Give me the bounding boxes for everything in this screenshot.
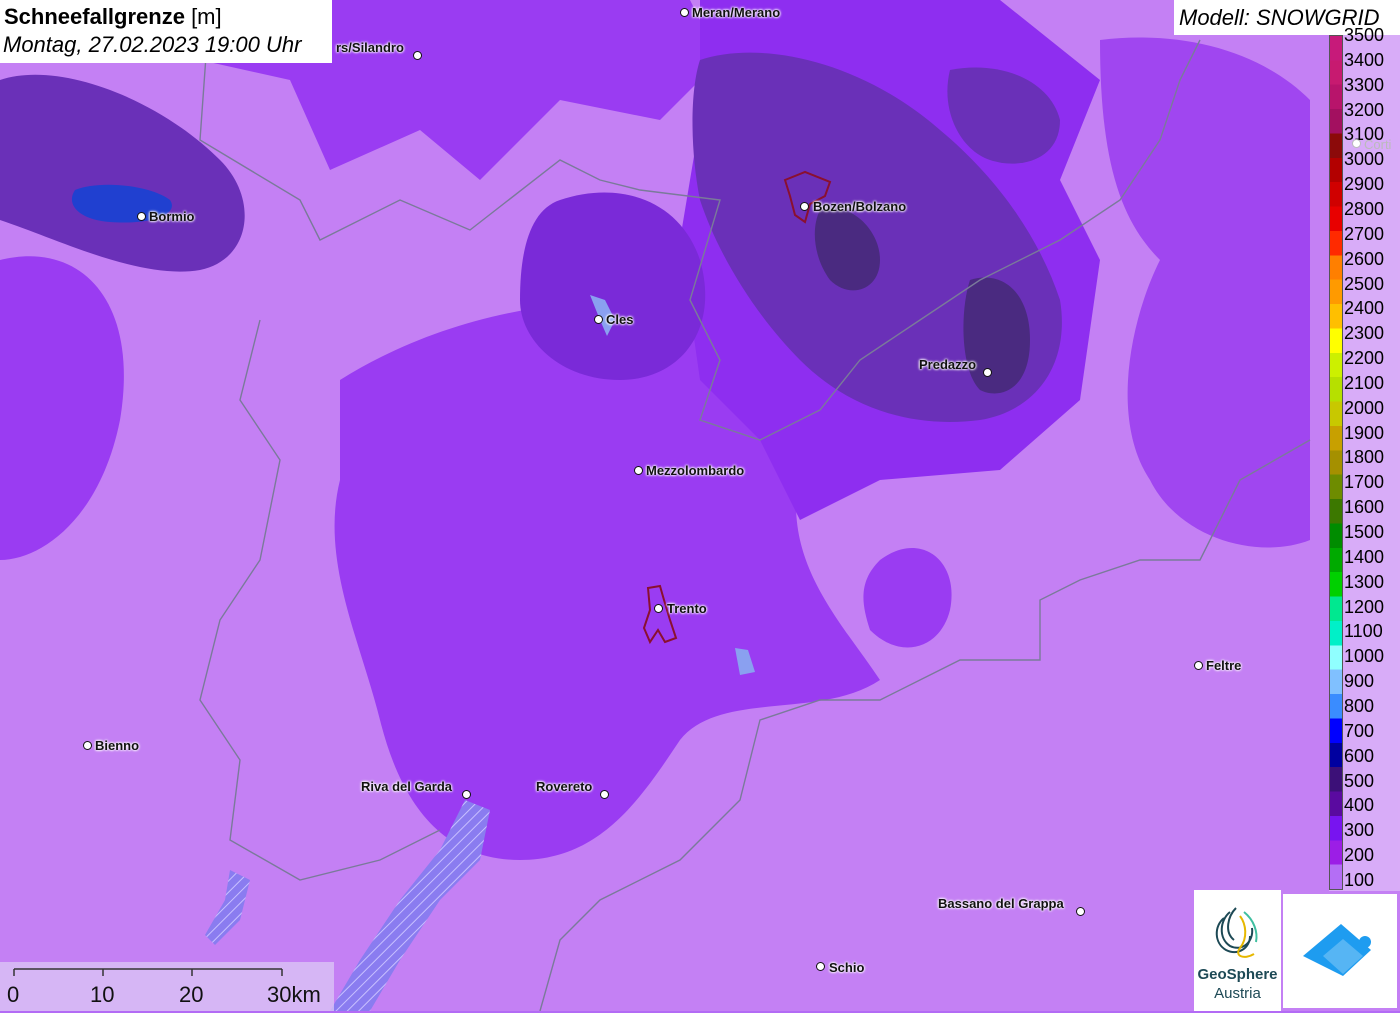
legend-level-200: 200 [1344,845,1375,866]
legend-level-500: 500 [1344,770,1375,791]
place-dot-bolzano [800,202,809,211]
place-label-bormio[interactable]: Bormio [149,209,195,224]
place-label-riva[interactable]: Riva del Garda [361,779,452,794]
map-title-panel: Schneefallgrenze [m] Montag, 27.02.2023 … [0,0,332,63]
legend-level-3400: 3400 [1344,49,1385,70]
legend-level-3200: 3200 [1344,99,1385,120]
legend-level-700: 700 [1344,720,1375,741]
legend-level-1100: 1100 [1344,621,1383,642]
map-title: Schneefallgrenze [m] [4,4,222,29]
place-label-silandro[interactable]: rs/Silandro [336,40,404,55]
legend-level-1600: 1600 [1344,497,1385,518]
place-label-cles[interactable]: Cles [606,312,633,327]
legend-level-1900: 1900 [1344,422,1385,443]
scale-label-0: 0 [7,982,20,1007]
place-label-predazzo[interactable]: Predazzo [919,357,976,372]
legend-level-1400: 1400 [1344,546,1385,567]
legend-level-800: 800 [1344,695,1375,716]
legend-level-2700: 2700 [1344,223,1385,244]
legend-level-3000: 3000 [1344,149,1385,170]
place-dot-bormio [137,212,146,221]
place-label-bassano[interactable]: Bassano del Grappa [938,896,1064,911]
logo-line1: GeoSphere [1197,966,1278,983]
scale-label-20: 20 [179,982,204,1007]
legend-level-1300: 1300 [1344,571,1385,592]
place-dot-bienno [83,741,92,750]
place-label-bolzano[interactable]: Bozen/Bolzano [813,199,906,214]
legend-level-400: 400 [1344,795,1375,816]
place-label-merano[interactable]: Meran/Merano [692,5,780,20]
legend-level-900: 900 [1344,671,1375,692]
scale-label-10: 10 [90,982,115,1007]
place-dot-merano [680,8,689,17]
place-dot-cles [594,315,603,324]
place-dot-feltre [1194,661,1203,670]
legend-level-300: 300 [1344,820,1375,841]
legend-colorbar [1329,35,1343,890]
legend-level-600: 600 [1344,745,1375,766]
legend-level-1700: 1700 [1344,472,1385,493]
legend-level-1800: 1800 [1344,447,1385,468]
place-label-schio[interactable]: Schio [829,960,864,975]
place-dot-bassano [1076,907,1085,916]
snow-cloud-icon [1303,924,1371,976]
snowfall-map[interactable] [0,0,1400,1011]
place-label-rovereto[interactable]: Rovereto [536,779,592,794]
legend-level-2500: 2500 [1344,273,1385,294]
legend-level-2000: 2000 [1344,397,1385,418]
legend-level-100: 100 [1344,869,1375,890]
place-dot-riva [462,790,471,799]
place-dot-mezzolombardo [634,466,643,475]
place-dot-schio [816,962,825,971]
logo-line2: Austria [1214,985,1261,1002]
geosphere-mark-icon [1215,907,1258,958]
place-label-cortina[interactable]: Corti [1364,137,1391,152]
legend-level-2800: 2800 [1344,198,1385,219]
place-label-bienno[interactable]: Bienno [95,738,139,753]
legend-level-2900: 2900 [1344,174,1385,195]
scale-label-30km: 30km [267,982,321,1007]
map-datetime: Montag, 27.02.2023 19:00 Uhr [3,32,302,57]
snow-app-logo[interactable] [1283,894,1397,1008]
legend-level-2300: 2300 [1344,323,1385,344]
place-dot-rovereto [600,790,609,799]
legend-level-2600: 2600 [1344,248,1385,269]
geosphere-logo[interactable]: GeoSphere Austria [1194,890,1281,1011]
legend-level-3500: 3500 [1344,25,1385,45]
place-dot-predazzo [983,368,992,377]
legend-level-1200: 1200 [1344,596,1385,617]
place-label-feltre[interactable]: Feltre [1206,658,1241,673]
legend-level-2200: 2200 [1344,348,1385,369]
place-dot-cortina [1352,139,1361,148]
legend-level-2100: 2100 [1344,372,1385,393]
place-label-mezzolombardo[interactable]: Mezzolombardo [646,463,744,478]
place-label-trento[interactable]: Trento [667,601,707,616]
legend-level-2400: 2400 [1344,298,1385,319]
legend-level-1000: 1000 [1344,646,1385,667]
place-dot-trento [654,604,663,613]
legend-level-3300: 3300 [1344,74,1385,95]
legend-level-1500: 1500 [1344,522,1385,542]
place-dot-silandro [413,51,422,60]
